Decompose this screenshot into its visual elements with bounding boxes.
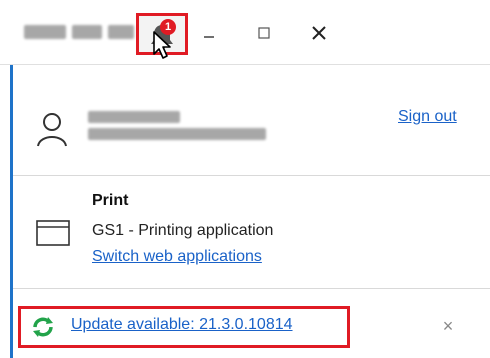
maximize-icon [258, 27, 270, 39]
sign-out-link[interactable]: Sign out [398, 108, 457, 126]
panel-divider [13, 175, 490, 176]
application-description: GS1 - Printing application [92, 222, 274, 239]
close-window-button[interactable] [300, 18, 338, 48]
mouse-cursor-icon [153, 31, 171, 59]
update-available-link[interactable]: Update available: 21.3.0.10814 [71, 316, 293, 334]
dismiss-update-button[interactable]: × [436, 314, 460, 338]
account-name-redacted [24, 25, 134, 39]
window-icon [36, 220, 70, 246]
minimize-icon [204, 36, 214, 38]
person-icon [37, 113, 67, 147]
maximize-button[interactable] [245, 18, 283, 48]
minimize-button[interactable] [190, 18, 228, 48]
close-icon [312, 26, 326, 40]
window-edge [0, 65, 10, 358]
user-email-redacted [88, 128, 266, 140]
user-name-redacted [88, 111, 180, 123]
application-title: Print [92, 192, 129, 209]
refresh-icon [33, 317, 53, 337]
switch-web-applications-link[interactable]: Switch web applications [92, 248, 262, 266]
panel-divider [13, 288, 490, 289]
title-bar: 1 [0, 0, 490, 64]
